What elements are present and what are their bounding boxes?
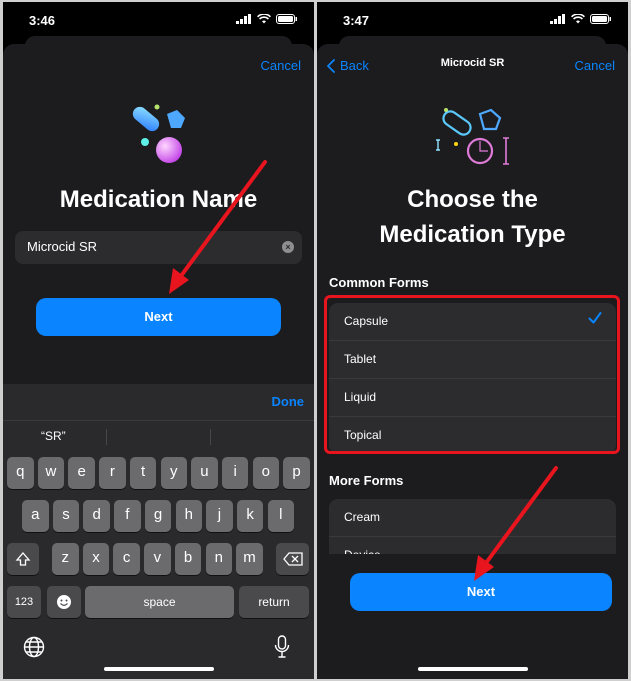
globe-icon[interactable] [23, 636, 45, 658]
key-r[interactable]: r [99, 457, 126, 489]
delete-key[interactable] [276, 543, 309, 575]
home-indicator [417, 667, 528, 671]
key-x[interactable]: x [82, 543, 110, 575]
keyboard: Done “SR” qwertyuiop asdfghjkl zxcvbnm 123… [3, 384, 314, 679]
cancel-button[interactable]: Cancel [261, 58, 301, 73]
suggestion-bar: “SR” [3, 421, 314, 451]
key-b[interactable]: b [174, 543, 202, 575]
backspace-icon [282, 552, 303, 566]
done-button[interactable]: Done [272, 394, 305, 409]
next-button[interactable]: Next [36, 298, 281, 336]
microphone-icon[interactable] [274, 635, 290, 659]
key-w[interactable]: w [37, 457, 65, 489]
divider [210, 429, 211, 445]
key-c[interactable]: c [113, 543, 140, 575]
divider [106, 429, 107, 445]
shift-icon [15, 552, 31, 566]
battery-icon [276, 14, 297, 24]
key-e[interactable]: e [68, 457, 95, 489]
key-g[interactable]: g [144, 500, 172, 532]
key-n[interactable]: n [205, 543, 232, 575]
suggestion-item[interactable]: “SR” [41, 429, 66, 443]
key-l[interactable]: l [267, 500, 295, 532]
key-t[interactable]: t [129, 457, 157, 489]
page-title-line-2: Medication Type [379, 221, 566, 248]
key-v[interactable]: v [144, 543, 171, 575]
key-k[interactable]: k [236, 500, 264, 532]
highlight-box [324, 295, 620, 454]
key-s[interactable]: s [52, 500, 80, 532]
key-o[interactable]: o [252, 457, 280, 489]
more-forms-header: More Forms [329, 473, 404, 488]
key-d[interactable]: d [83, 500, 110, 532]
common-forms-header: Common Forms [329, 275, 429, 290]
numbers-key[interactable]: 123 [7, 586, 41, 618]
right-phone-screen: 3:47 Back Microcid SR Cancel Choose the … [317, 2, 628, 679]
key-a[interactable]: a [22, 500, 49, 532]
return-key[interactable]: return [239, 586, 309, 618]
key-h[interactable]: h [175, 500, 202, 532]
key-u[interactable]: u [191, 457, 218, 489]
page-title-line-1: Choose the [407, 186, 538, 213]
cancel-button[interactable]: Cancel [575, 58, 615, 73]
emoji-icon [57, 595, 71, 609]
signal-icon [236, 14, 251, 24]
status-time: 3:47 [343, 13, 370, 28]
page-title: Medication Name [59, 186, 258, 213]
left-phone-screen: 3:46 Cancel Medication Name × Next [3, 2, 314, 679]
medication-type-illustration-icon [436, 108, 509, 165]
status-time: 3:46 [29, 13, 56, 28]
medication-name-input[interactable] [27, 239, 272, 254]
key-m[interactable]: m [236, 543, 263, 575]
next-button[interactable]: Next [350, 573, 612, 611]
clear-icon[interactable]: × [282, 241, 294, 253]
medication-name-field[interactable]: × [15, 231, 302, 264]
key-q[interactable]: q [7, 457, 34, 489]
key-f[interactable]: f [114, 500, 141, 532]
keyboard-toolbar: Done [3, 384, 314, 421]
space-key[interactable]: space [85, 586, 234, 618]
emoji-key[interactable] [47, 586, 81, 618]
key-z[interactable]: z [52, 543, 79, 575]
key-y[interactable]: y [160, 457, 187, 489]
wifi-icon [571, 14, 585, 24]
bottom-bar: Next [317, 554, 628, 679]
signal-icon [550, 14, 565, 24]
key-i[interactable]: i [221, 457, 249, 489]
key-j[interactable]: j [206, 500, 233, 532]
shift-key[interactable] [7, 543, 39, 575]
home-indicator [103, 667, 214, 671]
pills-illustration-icon [132, 104, 185, 163]
list-item-cream[interactable]: Cream [329, 499, 616, 537]
battery-icon [590, 14, 611, 24]
key-p[interactable]: p [283, 457, 310, 489]
wifi-icon [257, 14, 271, 24]
